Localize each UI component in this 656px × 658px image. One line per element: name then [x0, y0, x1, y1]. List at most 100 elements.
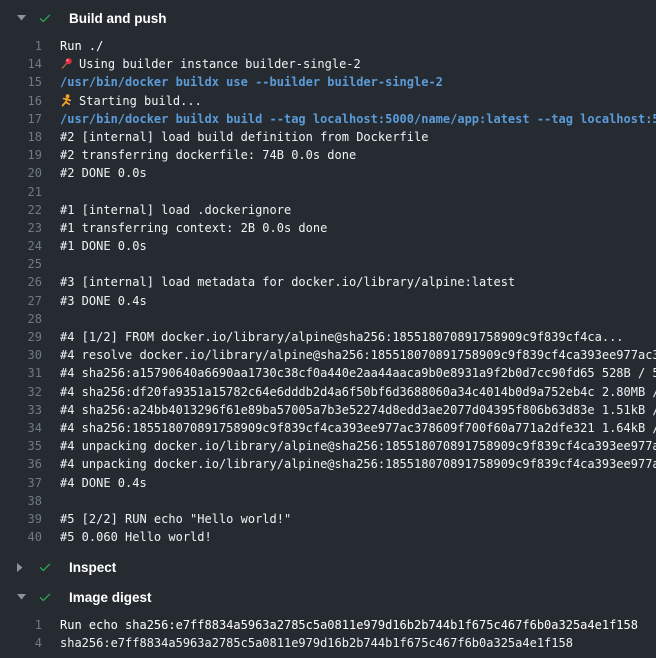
line-number[interactable]: 38	[0, 492, 42, 510]
log-line: 39 #5 [2/2] RUN echo "Hello world!"	[0, 510, 656, 528]
check-icon	[38, 11, 52, 25]
line-content: Run echo sha256:e7ff8834a5963a2785c5a081…	[60, 616, 656, 634]
section-header-build-and-push[interactable]: Build and push	[0, 3, 656, 33]
line-content: Run ./	[60, 37, 656, 55]
line-content: #4 unpacking docker.io/library/alpine@sh…	[60, 437, 656, 455]
section-title: Inspect	[69, 560, 116, 575]
log-line: 31 #4 sha256:a15790640a6690aa1730c38cf0a4…	[0, 364, 656, 382]
line-number[interactable]: 37	[0, 474, 42, 492]
line-content: #2 [internal] load build definition from…	[60, 128, 656, 146]
line-content	[60, 183, 656, 201]
line-text: #4 sha256:a15790640a6690aa1730c38cf0a440…	[60, 366, 656, 380]
log-line: 33 #4 sha256:a24bb4013296f61e89ba57005a7b…	[0, 401, 656, 419]
line-text: #5 0.060 Hello world!	[60, 530, 212, 544]
section-header-image-digest[interactable]: Image digest	[0, 582, 656, 612]
line-number[interactable]: 1	[0, 616, 42, 634]
line-text: #4 unpacking docker.io/library/alpine@sh…	[60, 457, 656, 471]
line-number[interactable]: 25	[0, 255, 42, 273]
line-content: #2 DONE 0.0s	[60, 164, 656, 182]
log-line: 4 sha256:e7ff8834a5963a2785c5a0811e979d16…	[0, 634, 656, 652]
line-number[interactable]: 32	[0, 383, 42, 401]
line-number[interactable]: 14	[0, 55, 42, 73]
section-title: Build and push	[69, 11, 167, 26]
log-line: 20 #2 DONE 0.0s	[0, 164, 656, 182]
line-text: #4 sha256:185518070891758909c9f839cf4ca3…	[60, 421, 656, 435]
line-text: #3 [internal] load metadata for docker.i…	[60, 275, 515, 289]
line-text: #2 DONE 0.0s	[60, 166, 147, 180]
line-number[interactable]: 16	[0, 92, 42, 110]
line-text: #3 DONE 0.4s	[60, 294, 147, 308]
section-header-inspect[interactable]: Inspect	[0, 552, 656, 582]
line-content: #4 unpacking docker.io/library/alpine@sh…	[60, 455, 656, 473]
runner-icon	[60, 94, 73, 107]
line-text: #1 DONE 0.0s	[60, 239, 147, 253]
line-number[interactable]: 22	[0, 201, 42, 219]
line-content: #4 sha256:df20fa9351a15782c64e6dddb2d4a6…	[60, 383, 656, 401]
chevron-down-icon[interactable]	[17, 15, 26, 21]
line-text: #5 [2/2] RUN echo "Hello world!"	[60, 512, 291, 526]
log-line: 15/usr/bin/docker buildx use --builder b…	[0, 73, 656, 91]
log-line: 30 #4 resolve docker.io/library/alpine@sh…	[0, 346, 656, 364]
line-text: #4 unpacking docker.io/library/alpine@sh…	[60, 439, 656, 453]
actions-log-viewer: Build and push1Run ./14Using builder ins…	[0, 0, 656, 658]
line-number[interactable]: 36	[0, 455, 42, 473]
log-line: 32 #4 sha256:df20fa9351a15782c64e6dddb2d4…	[0, 383, 656, 401]
chevron-right-icon[interactable]	[17, 563, 23, 572]
line-number[interactable]: 33	[0, 401, 42, 419]
line-text: #2 [internal] load build definition from…	[60, 130, 428, 144]
line-number[interactable]: 18	[0, 128, 42, 146]
line-number[interactable]: 39	[0, 510, 42, 528]
line-content	[60, 310, 656, 328]
line-content	[60, 492, 656, 510]
line-number[interactable]: 15	[0, 73, 42, 91]
section-toggle[interactable]	[17, 563, 27, 572]
line-number[interactable]: 20	[0, 164, 42, 182]
line-content: /usr/bin/docker buildx use --builder bui…	[60, 73, 656, 91]
line-number[interactable]: 34	[0, 419, 42, 437]
line-number[interactable]: 28	[0, 310, 42, 328]
section-toggle[interactable]	[17, 15, 27, 21]
line-number[interactable]: 40	[0, 528, 42, 546]
line-content: #4 sha256:a24bb4013296f61e89ba57005a7b3e…	[60, 401, 656, 419]
chevron-down-icon[interactable]	[17, 594, 26, 600]
log-line: 40 #5 0.060 Hello world!	[0, 528, 656, 546]
line-text: #1 [internal] load .dockerignore	[60, 203, 291, 217]
section-inspect: Inspect	[0, 552, 656, 582]
log-line: 18 #2 [internal] load build definition fr…	[0, 128, 656, 146]
pushpin-icon	[60, 57, 73, 70]
log-line: 27 #3 DONE 0.4s	[0, 292, 656, 310]
line-content: #1 DONE 0.0s	[60, 237, 656, 255]
line-text: #4 sha256:a24bb4013296f61e89ba57005a7b3e…	[60, 403, 656, 417]
line-number[interactable]: 27	[0, 292, 42, 310]
line-content: #2 transferring dockerfile: 74B 0.0s don…	[60, 146, 656, 164]
log-line: 25	[0, 255, 656, 273]
line-number[interactable]: 4	[0, 634, 42, 652]
log-line: 19 #2 transferring dockerfile: 74B 0.0s d…	[0, 146, 656, 164]
log-line: 17/usr/bin/docker buildx build --tag loc…	[0, 110, 656, 128]
log-line: 16Starting build...	[0, 92, 656, 110]
line-number[interactable]: 26	[0, 273, 42, 291]
line-number[interactable]: 29	[0, 328, 42, 346]
line-content: /usr/bin/docker buildx build --tag local…	[60, 110, 656, 128]
log-line: 24 #1 DONE 0.0s	[0, 237, 656, 255]
status-check	[38, 11, 52, 25]
line-number[interactable]: 23	[0, 219, 42, 237]
log-line: 23#1 transferring context: 2B 0.0s done	[0, 219, 656, 237]
line-number[interactable]: 35	[0, 437, 42, 455]
check-icon	[38, 560, 52, 574]
line-content: #4 DONE 0.4s	[60, 474, 656, 492]
section-image-digest: Image digest 1 Run echo sha256:e7ff8834a59…	[0, 582, 656, 658]
line-number[interactable]: 1	[0, 37, 42, 55]
log-line: 26 #3 [internal] load metadata for docker…	[0, 273, 656, 291]
section-toggle[interactable]	[17, 594, 27, 600]
line-number[interactable]: 30	[0, 346, 42, 364]
line-text: #4 [1/2] FROM docker.io/library/alpine@s…	[60, 330, 624, 344]
line-number[interactable]: 19	[0, 146, 42, 164]
line-text: #4 resolve docker.io/library/alpine@sha2…	[60, 348, 656, 362]
line-number[interactable]: 21	[0, 183, 42, 201]
line-number[interactable]: 17	[0, 110, 42, 128]
sections: Build and push1Run ./14Using builder ins…	[0, 3, 656, 658]
line-content: sha256:e7ff8834a5963a2785c5a0811e979d16b…	[60, 634, 656, 652]
line-number[interactable]: 24	[0, 237, 42, 255]
line-number[interactable]: 31	[0, 364, 42, 382]
